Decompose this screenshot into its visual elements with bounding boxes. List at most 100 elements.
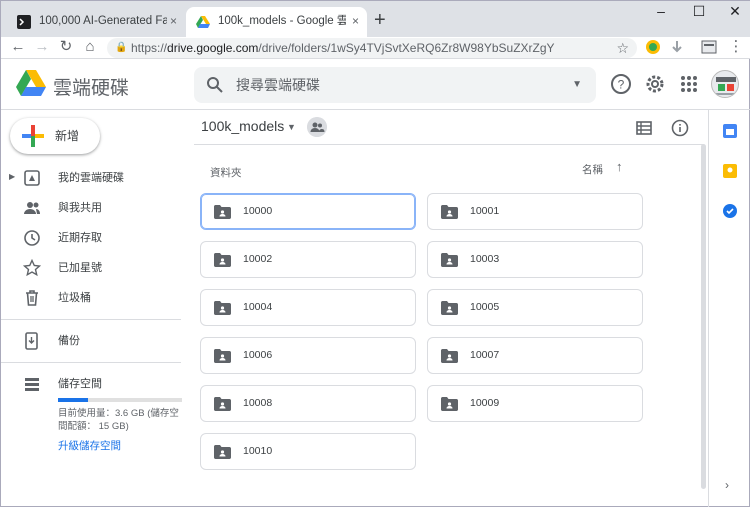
folder-tile-10003[interactable]: 10003 — [427, 241, 643, 278]
tab-faces[interactable]: 100,000 AI-Generated Faces – M × — [7, 7, 185, 37]
product-name: 雲端硬碟 — [53, 78, 130, 99]
help-icon[interactable]: ? — [610, 73, 632, 95]
main-scrollbar[interactable] — [701, 144, 706, 489]
list-view-icon[interactable] — [635, 119, 653, 137]
svg-text:?: ? — [618, 78, 625, 92]
folder-tile-10005[interactable]: 10005 — [427, 289, 643, 326]
info-icon[interactable] — [671, 119, 689, 137]
expand-arrow-icon[interactable]: ▶ — [9, 172, 15, 181]
folder-tile-10000[interactable]: 10000 — [200, 193, 416, 230]
upgrade-storage-link[interactable]: 升級儲存空間 — [58, 438, 121, 453]
shared-folder-icon — [441, 205, 458, 219]
folder-tile-10004[interactable]: 10004 — [200, 289, 416, 326]
shared-folder-icon — [441, 301, 458, 315]
keep-notes-icon[interactable] — [723, 164, 737, 178]
shared-folder-icon — [214, 445, 231, 459]
address-bar[interactable]: 🔒 https://drive.google.com/drive/folders… — [107, 38, 637, 58]
sidebar-item-label: 儲存空間 — [58, 378, 102, 390]
content-divider — [194, 144, 704, 145]
browser-menu-icon[interactable]: ⋮ — [727, 37, 745, 57]
folder-tile-10002[interactable]: 10002 — [200, 241, 416, 278]
back-button[interactable]: ← — [9, 37, 27, 57]
maximize-button[interactable]: ☐ — [689, 3, 709, 20]
trash-icon — [26, 290, 38, 306]
tab-drive[interactable]: 100k_models - Google 雲端硬碟 × — [186, 7, 367, 37]
sidebar-item-recent[interactable]: 近期存取 — [1, 223, 191, 253]
tab-close-icon[interactable]: × — [352, 7, 359, 35]
sidebar-item-label: 近期存取 — [58, 232, 102, 244]
new-tab-button[interactable]: + — [374, 8, 386, 32]
shared-folder-icon — [214, 397, 231, 411]
calendar-icon[interactable] — [723, 124, 737, 138]
shared-folder-icon — [214, 349, 231, 363]
plus-icon — [22, 125, 44, 147]
terminal-favicon-icon — [17, 15, 31, 29]
tasks-icon[interactable] — [723, 204, 737, 218]
sidebar-item-label: 與我共用 — [58, 202, 102, 214]
url-host: drive.google.com — [167, 41, 259, 55]
forward-button[interactable]: → — [33, 37, 51, 57]
folder-tile-10007[interactable]: 10007 — [427, 337, 643, 374]
side-panel: › — [708, 110, 750, 507]
folder-name: 10003 — [470, 253, 500, 265]
section-label-folders: 資料夾 — [210, 167, 242, 179]
folder-tile-10010[interactable]: 10010 — [200, 433, 416, 470]
folder-title[interactable]: 100k_models — [201, 118, 284, 134]
folder-menu-dropdown-icon[interactable]: ▼ — [287, 122, 296, 132]
close-window-button[interactable]: ✕ — [725, 3, 745, 20]
sidebar-divider — [1, 319, 181, 320]
folder-tile-10006[interactable]: 10006 — [200, 337, 416, 374]
shared-folder-icon — [214, 253, 231, 267]
tab-close-icon[interactable]: × — [170, 7, 177, 35]
new-button-label: 新增 — [55, 129, 80, 143]
sort-direction-arrow-icon[interactable]: ↑ — [616, 159, 623, 174]
folder-name: 10008 — [243, 397, 273, 409]
bookmark-star-icon[interactable]: ☆ — [616, 38, 629, 58]
shared-with-me-icon — [24, 202, 40, 214]
search-icon[interactable] — [206, 76, 224, 94]
google-drive-favicon-icon — [196, 16, 210, 28]
sidebar-item-trash[interactable]: 垃圾桶 — [1, 283, 191, 313]
folder-name: 10010 — [243, 445, 273, 457]
new-button[interactable]: 新增 — [10, 118, 100, 154]
tab-title: 100,000 AI-Generated Faces – M — [39, 15, 167, 27]
sidebar-item-my-drive[interactable]: ▶ 我的雲端硬碟 — [1, 163, 191, 193]
apps-grid-icon[interactable] — [678, 73, 700, 95]
folder-tile-10001[interactable]: 10001 — [427, 193, 643, 230]
settings-gear-icon[interactable] — [644, 73, 666, 95]
extension-icon[interactable] — [645, 39, 661, 55]
download-icon[interactable] — [669, 39, 685, 55]
expand-panel-chevron-icon[interactable]: › — [725, 478, 729, 492]
sidebar-item-storage[interactable]: 儲存空間 — [1, 369, 191, 399]
search-input[interactable]: 搜尋雲端硬碟 — [236, 67, 320, 103]
folder-tile-10008[interactable]: 10008 — [200, 385, 416, 422]
my-drive-icon — [24, 170, 40, 186]
shared-folder-people-icon[interactable] — [307, 117, 327, 137]
sidebar-item-backup[interactable]: 備份 — [1, 326, 191, 356]
sidebar-item-starred[interactable]: 已加星號 — [1, 253, 191, 283]
avatar-image-icon — [716, 77, 736, 95]
search-options-dropdown-icon[interactable]: ▼ — [572, 67, 582, 103]
folder-name: 10006 — [243, 349, 273, 361]
reload-button[interactable]: ↻ — [57, 37, 75, 57]
folder-name: 10000 — [243, 205, 273, 217]
search-box[interactable]: 搜尋雲端硬碟 ▼ — [194, 67, 596, 103]
backup-icon — [25, 332, 38, 350]
folder-name: 10009 — [470, 397, 500, 409]
url-path: /drive/folders/1wSy4TVjSvtXeRQ6Zr8W98YbS… — [258, 41, 555, 55]
drive-header: 雲端硬碟 搜尋雲端硬碟 ▼ ? — [1, 60, 750, 110]
shared-folder-icon — [441, 253, 458, 267]
folder-tile-10009[interactable]: 10009 — [427, 385, 643, 422]
sidebar-item-shared[interactable]: 與我共用 — [1, 193, 191, 223]
sort-by-name-label[interactable]: 名稱 — [582, 162, 603, 177]
profile-extension-icon[interactable] — [701, 39, 717, 55]
sidebar-item-label: 已加星號 — [58, 262, 102, 274]
storage-usage-bar — [58, 398, 182, 402]
url-scheme: https:// — [131, 41, 168, 55]
account-avatar[interactable] — [711, 70, 739, 98]
home-button[interactable]: ⌂ — [81, 37, 99, 57]
google-drive-logo-icon[interactable] — [16, 70, 46, 96]
sidebar-item-label: 備份 — [58, 335, 80, 347]
sidebar-item-label: 我的雲端硬碟 — [58, 172, 124, 184]
minimize-button[interactable]: – — [651, 3, 671, 19]
